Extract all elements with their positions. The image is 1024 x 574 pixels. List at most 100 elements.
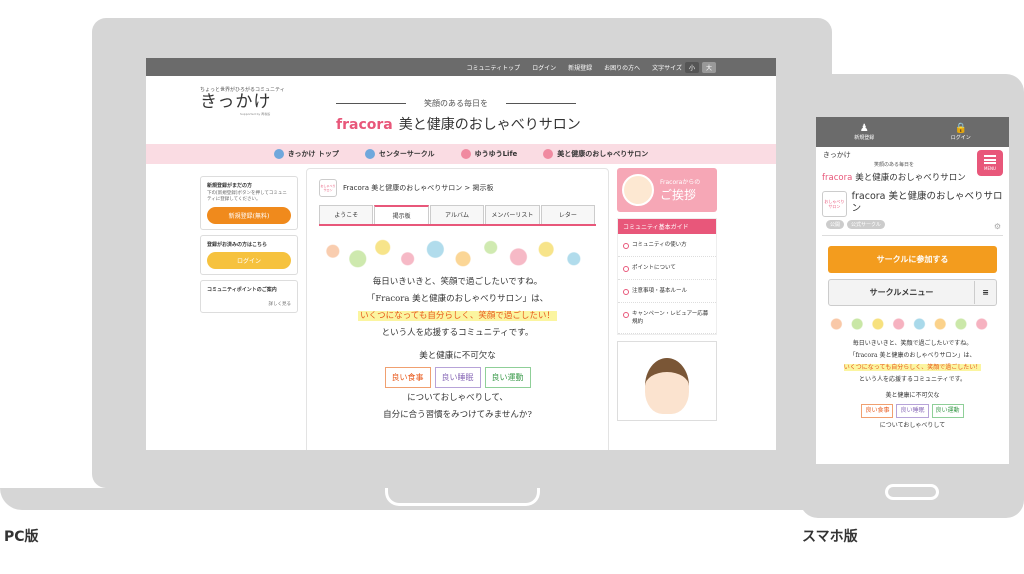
pc-topbar: コミュニティトップ ログイン 新規登録 お困りの方へ 文字サイズ 小 大 [146, 58, 776, 76]
sp-menu-button[interactable]: MENU [977, 150, 1003, 176]
font-size-small-button[interactable]: 小 [684, 61, 699, 73]
tab-member-list[interactable]: メンバーリスト [485, 205, 540, 224]
guide-title: コミュニティ基本ガイド [618, 219, 716, 234]
font-size-large-button[interactable]: 大 [701, 61, 716, 73]
category-exercise: 良い運動 [484, 367, 531, 388]
pc-header: ちょっと世界がひろがるコミュニティ きっかけ Supported by 再春館 … [146, 76, 776, 142]
guide-item-points[interactable]: ポイントについて [618, 257, 716, 280]
font-size-control: 文字サイズ 小 大 [652, 61, 716, 73]
intro-highlight: いくつになっても自分らしく、笑顔で過ごしたい！ [358, 311, 557, 321]
circle-menu-button[interactable]: サークルメニュー ≡ [828, 279, 997, 306]
breadcrumb: おしゃべりサロン Fracora 美と健康のおしゃべりサロン > 掲示板 [307, 169, 608, 205]
intro-line: という人を応援するコミュニティです。 [381, 328, 534, 338]
fracora-brand: fracora [336, 117, 393, 133]
sp-register-button[interactable]: ♟ 新規登録 [816, 117, 913, 147]
heart-icon [460, 149, 471, 159]
register-button[interactable]: 新規登録(無料) [207, 207, 291, 224]
intro-highlight: いくつになっても自分らしく、笑顔で過ごしたい！ [843, 364, 982, 371]
guide-item-campaign[interactable]: キャンペーン・レビュアー応募規約 [618, 303, 716, 334]
list-icon: ≡ [974, 281, 996, 304]
tab-board[interactable]: 掲示板 [374, 205, 429, 224]
sp-tagline: 笑顔のある毎日を [874, 162, 915, 168]
category-exercise: 良い運動 [931, 404, 964, 418]
font-size-label: 文字サイズ [652, 64, 682, 72]
intro-line: についておしゃべりして、 [407, 393, 508, 403]
intro-text: 毎日いきいきと、笑顔で過ごしたいですね。 「Fracora 美と健康のおしゃべり… [307, 274, 608, 424]
register-box: 新規登録がまだの方 下の[新規登録]ボタンを押してコミュニティに登録してください… [200, 176, 298, 230]
logo-name: きっかけ [200, 92, 272, 112]
tag-official: 公式サークル [847, 220, 885, 229]
nav-item-yuyu-life[interactable]: ゆうゆうLife [460, 149, 517, 159]
nav-item-center-circle[interactable]: センターサークル [364, 149, 435, 159]
sp-version-label: スマホ版 [802, 529, 858, 545]
hamburger-icon [984, 155, 996, 164]
tag-public: 公開 [826, 220, 845, 229]
intro-line: 美と健康に不可欠な [419, 351, 496, 361]
category-badges: 良い食事 良い睡眠 良い運動 [816, 404, 1009, 418]
intro-line: 「fracora 美と健康のおしゃべりサロン」は、 [849, 352, 976, 359]
kikkake-logo[interactable]: ちょっと世界がひろがるコミュニティ きっかけ Supported by 再春館 [200, 86, 290, 116]
decorative-dots-banner [319, 236, 596, 274]
nav-item-kikkake-top[interactable]: きっかけ トップ [273, 149, 339, 159]
topbar-link-login[interactable]: ログイン [532, 63, 556, 72]
pc-main: 新規登録がまだの方 下の[新規登録]ボタンを押してコミュニティに登録してください… [146, 164, 776, 450]
community-guide: コミュニティ基本ガイド コミュニティの使い方 ポイントについて 注意事項・基本ル… [617, 218, 717, 335]
sp-circle-tags: 公開 公式サークル [826, 220, 1003, 229]
hero-title: fracora 美と健康のおしゃべりサロン [336, 114, 581, 134]
sp-brand: fracora [822, 173, 853, 183]
sp-topbar: ♟ 新規登録 🔒 ログイン [816, 117, 1009, 147]
tab-album[interactable]: アルバム [429, 205, 485, 224]
tab-letter[interactable]: レター [540, 205, 596, 224]
points-box: コミュニティポイントのご案内 詳しく見る [200, 280, 298, 313]
nav-label: センターサークル [378, 150, 435, 158]
intro-line: 毎日いきいきと、笑顔で過ごしたいですね。 [852, 340, 973, 347]
sp-title-text: 美と健康のおしゃべりサロン [855, 173, 966, 183]
sp-header: きっかけ 笑顔のある毎日を fracora 美と健康のおしゃべりサロン MENU [816, 147, 1009, 187]
hero-tagline: 笑顔のある毎日を [336, 98, 576, 109]
sp-login-label: ログイン [950, 134, 971, 141]
greeting-big: ご挨拶 [660, 188, 697, 202]
breadcrumb-text[interactable]: Fracora 美と健康のおしゃべりサロン > 掲示板 [343, 183, 494, 193]
category-sleep: 良い睡眠 [896, 404, 929, 418]
points-more-link[interactable]: 詳しく見る [207, 301, 292, 307]
topbar-link-register[interactable]: 新規登録 [568, 63, 592, 72]
logo-supported: Supported by 再春館 [240, 112, 271, 116]
woman-illustration [645, 358, 689, 414]
circle-logo-icon: おしゃべりサロン [319, 179, 337, 197]
lock-icon: 🔒 [954, 122, 967, 134]
pc-version-label: PC版 [4, 529, 39, 545]
circle-menu-label: サークルメニュー [869, 288, 934, 297]
intro-line: 毎日いきいきと、笑顔で過ごしたいですね。 [372, 277, 543, 287]
login-button[interactable]: ログイン [207, 252, 291, 269]
intro-line: 美と健康に不可欠な [885, 392, 940, 399]
login-box: 登録がお済みの方はこちら ログイン [200, 235, 298, 275]
topbar-link-community-top[interactable]: コミュニティトップ [466, 63, 520, 72]
nav-item-salon[interactable]: 美と健康のおしゃべりサロン [543, 149, 648, 159]
guide-item-rules[interactable]: 注意事項・基本ルール [618, 280, 716, 303]
sp-screen: ♟ 新規登録 🔒 ログイン きっかけ 笑顔のある毎日を fracora 美と健康の… [816, 117, 1009, 464]
sp-login-button[interactable]: 🔒 ログイン [913, 117, 1010, 147]
greeting-banner[interactable]: Fracoraからの ご挨拶 [617, 168, 717, 212]
intro-line: という人を応援するコミュニティです。 [858, 376, 967, 383]
guide-item-usage[interactable]: コミュニティの使い方 [618, 234, 716, 257]
sp-logo[interactable]: きっかけ [823, 150, 851, 160]
sp-register-label: 新規登録 [854, 134, 875, 141]
add-user-icon: ♟ [859, 122, 869, 134]
nav-label: きっかけ トップ [287, 150, 339, 158]
topbar-link-help[interactable]: お困りの方へ [604, 63, 640, 72]
sp-circle-name: fracora 美と健康のおしゃべりサロン [851, 191, 1003, 214]
tab-welcome[interactable]: ようこそ [319, 205, 374, 224]
join-circle-button[interactable]: サークルに参加する [828, 246, 997, 273]
menu-label: MENU [984, 166, 996, 171]
nav-label: 美と健康のおしゃべりサロン [557, 150, 649, 158]
circle-icon [364, 149, 375, 159]
category-food: 良い食事 [861, 404, 894, 418]
heart-icon [543, 149, 554, 159]
sp-title: fracora 美と健康のおしゃべりサロン [822, 171, 966, 183]
gear-icon[interactable]: ⚙ [994, 222, 1001, 231]
circle-tabs: ようこそ 掲示板 アルバム メンバーリスト レター [319, 205, 596, 226]
circle-logo-icon: おしゃべりサロン [822, 191, 847, 217]
right-sidebar: Fracoraからの ご挨拶 コミュニティ基本ガイド コミュニティの使い方 ポイ… [617, 168, 717, 421]
category-food: 良い食事 [384, 367, 431, 388]
register-title: 新規登録がまだの方 [207, 183, 253, 189]
